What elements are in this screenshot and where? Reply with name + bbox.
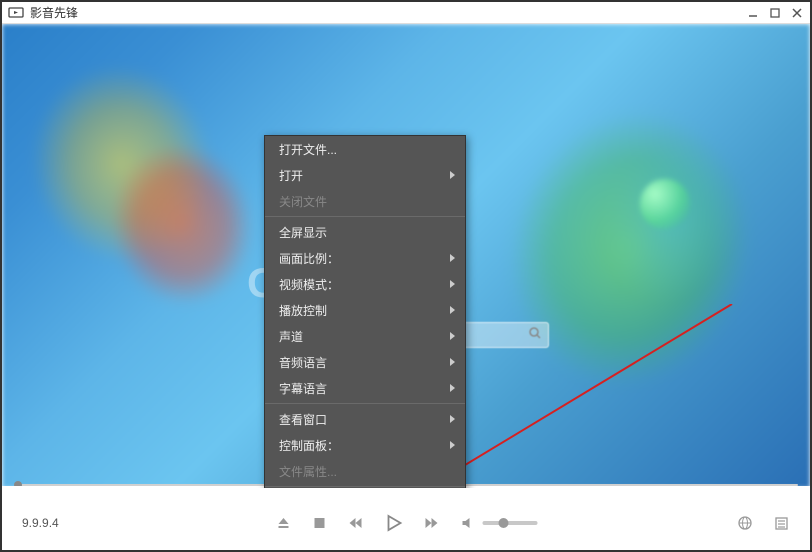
search-icon — [528, 326, 542, 345]
context-menu-item[interactable]: 音频语言 — [265, 349, 465, 375]
stop-button[interactable] — [311, 514, 329, 532]
globe-button[interactable] — [736, 514, 754, 532]
app-window: 影音先锋 ay GXI system.c 打开文件...打开关闭文件全屏显示画面… — [0, 0, 812, 552]
menu-separator — [265, 486, 465, 487]
minimize-button[interactable] — [746, 6, 760, 20]
context-menu-item[interactable]: 打开 — [265, 162, 465, 188]
context-menu-item: 文件属性... — [265, 458, 465, 484]
maximize-button[interactable] — [768, 6, 782, 20]
volume-icon[interactable] — [459, 514, 477, 532]
submenu-arrow-icon — [450, 441, 455, 449]
volume-control — [459, 514, 538, 532]
context-menu-item[interactable]: 控制面板： — [265, 432, 465, 458]
context-menu-item[interactable]: 视频模式： — [265, 271, 465, 297]
right-controls — [736, 514, 790, 532]
volume-thumb[interactable] — [499, 518, 509, 528]
menu-separator — [265, 216, 465, 217]
volume-slider[interactable] — [483, 521, 538, 525]
submenu-arrow-icon — [450, 306, 455, 314]
video-area[interactable]: ay GXI system.c 打开文件...打开关闭文件全屏显示画面比例：视频… — [2, 24, 810, 488]
submenu-arrow-icon — [450, 171, 455, 179]
play-button[interactable] — [383, 512, 405, 534]
app-icon — [8, 6, 26, 20]
submenu-arrow-icon — [450, 358, 455, 366]
submenu-arrow-icon — [450, 384, 455, 392]
titlebar: 影音先锋 — [2, 2, 810, 24]
context-menu-item[interactable]: 查看窗口 — [265, 406, 465, 432]
submenu-arrow-icon — [450, 254, 455, 262]
context-menu: 打开文件...打开关闭文件全屏显示画面比例：视频模式：播放控制声道音频语言字幕语… — [264, 135, 466, 488]
titlebar-controls — [746, 6, 804, 20]
context-menu-item[interactable]: 播放控制 — [265, 297, 465, 323]
context-menu-item[interactable]: 全屏显示 — [265, 219, 465, 245]
playlist-button[interactable] — [772, 514, 790, 532]
submenu-arrow-icon — [450, 415, 455, 423]
submenu-arrow-icon — [450, 280, 455, 288]
context-menu-item[interactable]: 打开文件... — [265, 136, 465, 162]
context-menu-item[interactable]: 画面比例： — [265, 245, 465, 271]
close-button[interactable] — [790, 6, 804, 20]
version-label: 9.9.9.4 — [22, 516, 59, 530]
window-title: 影音先锋 — [30, 4, 78, 21]
context-menu-item[interactable]: 字幕语言 — [265, 375, 465, 401]
prev-button[interactable] — [347, 514, 365, 532]
context-menu-item: 关闭文件 — [265, 188, 465, 214]
next-button[interactable] — [423, 514, 441, 532]
menu-separator — [265, 403, 465, 404]
transport-controls — [275, 512, 538, 534]
submenu-arrow-icon — [450, 332, 455, 340]
bottombar: 9.9.9.4 — [2, 486, 810, 550]
context-menu-item[interactable]: 声道 — [265, 323, 465, 349]
eject-button[interactable] — [275, 514, 293, 532]
